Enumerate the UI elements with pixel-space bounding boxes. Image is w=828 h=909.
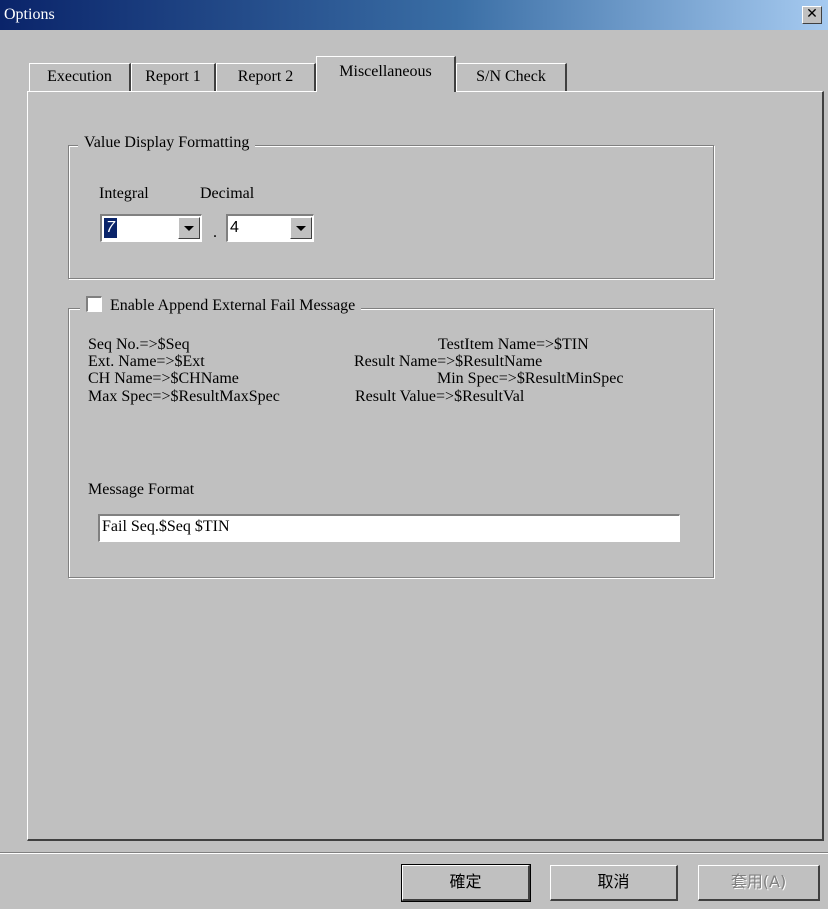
integral-value: 7: [104, 218, 117, 238]
var-seq-no: Seq No.=>$Seq: [88, 336, 190, 353]
decimal-label: Decimal: [200, 185, 255, 202]
decimal-separator: .: [213, 224, 217, 241]
integral-label: Integral: [99, 185, 149, 202]
window-title: Options: [4, 6, 55, 23]
var-result-value: Result Value=>$ResultVal: [355, 388, 525, 405]
decimal-combobox[interactable]: 4: [226, 214, 314, 242]
tab-sn-check[interactable]: S/N Check: [456, 63, 567, 91]
var-ch-name: CH Name=>$CHName: [88, 370, 239, 387]
message-format-input[interactable]: Fail Seq.$Seq $TIN: [98, 514, 680, 542]
message-format-label: Message Format: [88, 481, 195, 498]
value-display-groupbox: [68, 145, 714, 279]
var-result-name: Result Name=>$ResultName: [354, 353, 543, 370]
decimal-value: 4: [230, 219, 239, 236]
cancel-button[interactable]: 取消: [550, 865, 678, 901]
value-display-legend: Value Display Formatting: [78, 134, 256, 152]
title-bar: Options ✕: [0, 0, 828, 30]
var-testitem-name: TestItem Name=>$TIN: [438, 336, 589, 353]
append-fail-legend: Enable Append External Fail Message: [80, 296, 362, 315]
tab-panel: Value Display Formatting Integral Decima…: [27, 91, 824, 841]
close-icon: ✕: [806, 6, 818, 22]
button-divider: [0, 852, 828, 854]
tab-execution[interactable]: Execution: [29, 63, 131, 91]
enable-append-label[interactable]: Enable Append External Fail Message: [110, 297, 355, 314]
decimal-dropdown-arrow-icon[interactable]: [290, 217, 312, 239]
integral-dropdown-arrow-icon[interactable]: [178, 217, 200, 239]
integral-combobox[interactable]: 7: [100, 214, 202, 242]
var-max-spec: Max Spec=>$ResultMaxSpec: [88, 388, 280, 405]
enable-append-checkbox[interactable]: [86, 296, 102, 312]
tab-report-1[interactable]: Report 1: [131, 63, 216, 91]
apply-button[interactable]: 套用(A): [698, 865, 820, 901]
ok-button[interactable]: 確定: [401, 864, 531, 902]
tab-miscellaneous[interactable]: Miscellaneous: [316, 56, 456, 92]
var-min-spec: Min Spec=>$ResultMinSpec: [437, 370, 624, 387]
var-ext-name: Ext. Name=>$Ext: [88, 353, 205, 370]
tab-report-2[interactable]: Report 2: [216, 63, 316, 91]
close-button[interactable]: ✕: [802, 6, 822, 24]
